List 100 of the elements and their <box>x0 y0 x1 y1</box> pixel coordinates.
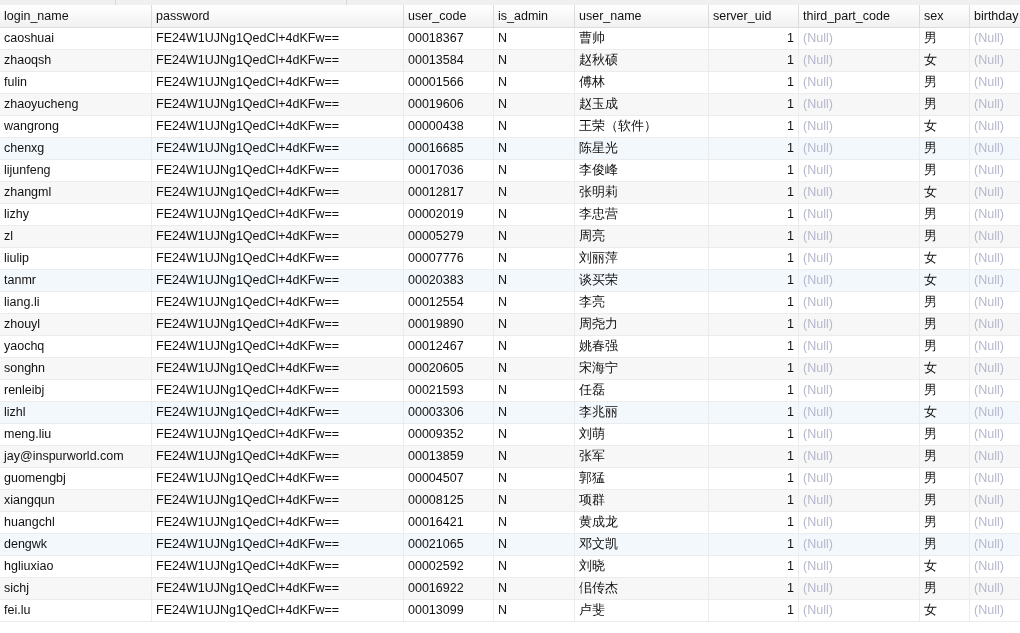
table-cell: 曹帅 <box>575 28 709 49</box>
table-cell: 00013584 <box>404 50 494 71</box>
table-cell: 男 <box>920 534 970 555</box>
table-cell: (Null) <box>970 160 1020 181</box>
table-cell: 男 <box>920 94 970 115</box>
table-cell: 郭猛 <box>575 468 709 489</box>
table-cell: (Null) <box>970 28 1020 49</box>
column-header[interactable]: login_name <box>0 5 152 27</box>
table-cell: 王荣（软件） <box>575 116 709 137</box>
table-cell: 男 <box>920 446 970 467</box>
table-cell: 1 <box>709 226 799 247</box>
table-cell: 谈买荣 <box>575 270 709 291</box>
table-cell: (Null) <box>970 314 1020 335</box>
table-cell: FE24W1UJNg1QedCl+4dKFw== <box>152 50 404 71</box>
table-cell: 00013859 <box>404 446 494 467</box>
table-cell: 刘丽萍 <box>575 248 709 269</box>
table-cell: 00012467 <box>404 336 494 357</box>
table-cell: (Null) <box>970 116 1020 137</box>
table-cell: 1 <box>709 424 799 445</box>
table-cell: (Null) <box>799 578 920 599</box>
table-cell: N <box>494 160 575 181</box>
table-cell: 1 <box>709 270 799 291</box>
table-cell: (Null) <box>970 94 1020 115</box>
table-cell: (Null) <box>799 204 920 225</box>
table-cell: 00012817 <box>404 182 494 203</box>
table-cell: 女 <box>920 116 970 137</box>
table-cell: (Null) <box>799 424 920 445</box>
table-cell: 1 <box>709 336 799 357</box>
table-cell: 00018367 <box>404 28 494 49</box>
table-cell: 1 <box>709 72 799 93</box>
table-cell: 1 <box>709 600 799 621</box>
column-header[interactable]: third_part_code <box>799 5 920 27</box>
table-cell: (Null) <box>799 512 920 533</box>
table-cell: N <box>494 534 575 555</box>
table-cell: (Null) <box>970 226 1020 247</box>
table-cell: 男 <box>920 72 970 93</box>
table-cell: 陈星光 <box>575 138 709 159</box>
table-cell: FE24W1UJNg1QedCl+4dKFw== <box>152 380 404 401</box>
column-header[interactable]: user_code <box>404 5 494 27</box>
column-header[interactable]: password <box>152 5 404 27</box>
table-cell: N <box>494 358 575 379</box>
table-cell: 1 <box>709 50 799 71</box>
column-header[interactable]: server_uid <box>709 5 799 27</box>
table-cell: 项群 <box>575 490 709 511</box>
table-cell: lizhy <box>0 204 152 225</box>
table-cell: 1 <box>709 402 799 423</box>
table-cell: yaochq <box>0 336 152 357</box>
table-cell: 1 <box>709 490 799 511</box>
table-cell: FE24W1UJNg1QedCl+4dKFw== <box>152 578 404 599</box>
table-cell: 卢斐 <box>575 600 709 621</box>
table-cell: 1 <box>709 138 799 159</box>
table-cell: 00013099 <box>404 600 494 621</box>
table-cell: guomengbj <box>0 468 152 489</box>
table-cell: 姚春强 <box>575 336 709 357</box>
table-cell: N <box>494 248 575 269</box>
table-cell: (Null) <box>799 182 920 203</box>
table-cell: 李俊峰 <box>575 160 709 181</box>
table-cell: (Null) <box>799 116 920 137</box>
table-cell: (Null) <box>970 72 1020 93</box>
table-cell: 00019606 <box>404 94 494 115</box>
table-cell: 男 <box>920 468 970 489</box>
table-cell: FE24W1UJNg1QedCl+4dKFw== <box>152 512 404 533</box>
table-cell: 男 <box>920 28 970 49</box>
table-cell: 00004507 <box>404 468 494 489</box>
table-cell: zl <box>0 226 152 247</box>
table-cell: 男 <box>920 424 970 445</box>
column-header[interactable]: user_name <box>575 5 709 27</box>
table-cell: 女 <box>920 556 970 577</box>
table-cell: 00021593 <box>404 380 494 401</box>
table-cell: (Null) <box>970 292 1020 313</box>
table-cell: 李兆丽 <box>575 402 709 423</box>
table-cell: (Null) <box>970 556 1020 577</box>
table-cell: 女 <box>920 600 970 621</box>
column-header[interactable]: is_admin <box>494 5 575 27</box>
table-cell: 女 <box>920 50 970 71</box>
table-cell: (Null) <box>799 72 920 93</box>
table-cell: (Null) <box>970 358 1020 379</box>
column-header[interactable]: sex <box>920 5 970 27</box>
table-cell: FE24W1UJNg1QedCl+4dKFw== <box>152 226 404 247</box>
table-cell: FE24W1UJNg1QedCl+4dKFw== <box>152 336 404 357</box>
column-header[interactable]: birthday <box>970 5 1020 27</box>
table-cell: huangchl <box>0 512 152 533</box>
table-cell: renleibj <box>0 380 152 401</box>
table-cell: 傅林 <box>575 72 709 93</box>
table-cell: (Null) <box>799 226 920 247</box>
table-cell: songhn <box>0 358 152 379</box>
table-cell: 女 <box>920 270 970 291</box>
table-cell: 男 <box>920 204 970 225</box>
table-cell: 1 <box>709 28 799 49</box>
table-cell: 1 <box>709 248 799 269</box>
table-cell: FE24W1UJNg1QedCl+4dKFw== <box>152 468 404 489</box>
table-cell: (Null) <box>799 28 920 49</box>
table-cell: N <box>494 182 575 203</box>
table-cell: liulip <box>0 248 152 269</box>
table-cell: (Null) <box>799 138 920 159</box>
table-cell: FE24W1UJNg1QedCl+4dKFw== <box>152 72 404 93</box>
table-cell: wangrong <box>0 116 152 137</box>
table-cell: (Null) <box>799 94 920 115</box>
table-cell: (Null) <box>970 336 1020 357</box>
table-cell: N <box>494 402 575 423</box>
